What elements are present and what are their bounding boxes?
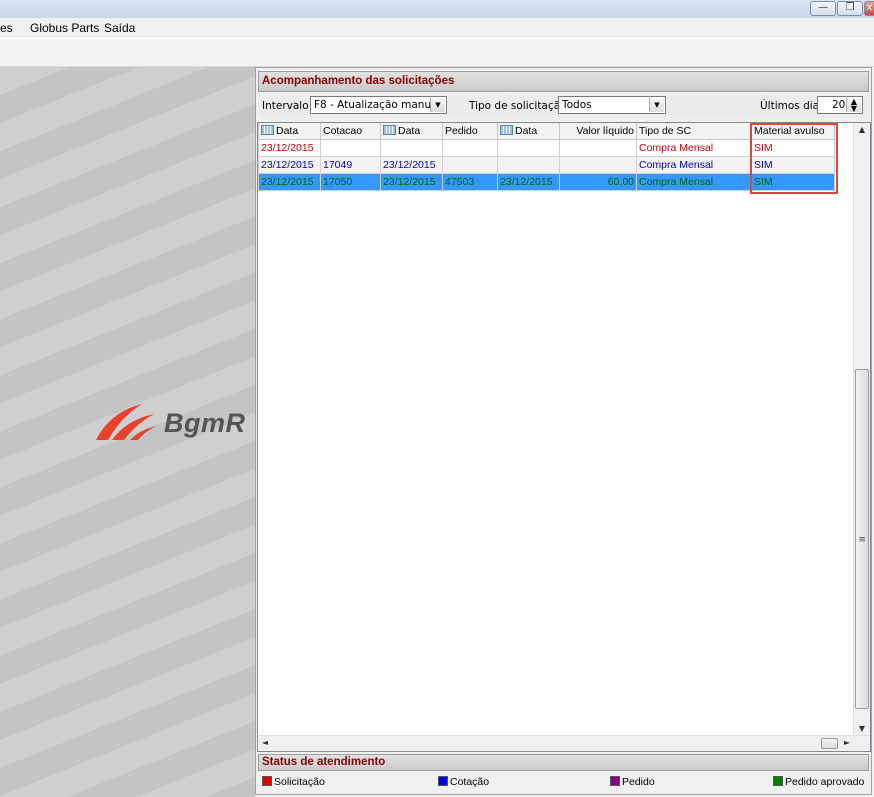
- table-cell: 23/12/2015: [380, 156, 443, 174]
- chevron-down-icon[interactable]: ▼: [649, 98, 664, 112]
- legend-item-solicitacao: Solicitação: [262, 776, 325, 788]
- calendar-icon: [383, 125, 396, 135]
- table-cell: SIM: [751, 173, 835, 191]
- menu-item-cut[interactable]: es: [0, 21, 13, 35]
- table-cell: Compra Mensal: [636, 156, 752, 174]
- table-cell: SIM: [751, 139, 835, 157]
- tipo-solicitacao-select[interactable]: Todos ▼: [558, 96, 666, 114]
- table-cell: [442, 139, 498, 157]
- solicitations-panel: Acompanhamento das solicitações Interval…: [255, 67, 872, 795]
- table-cell: 23/12/2015: [258, 173, 321, 191]
- legend-swatch-blue: [438, 776, 448, 786]
- ultimos-dias-spinner[interactable]: 20 ▲ ▼: [817, 96, 863, 114]
- table-cell: 23/12/2015: [380, 173, 443, 191]
- menu-item-globus-parts[interactable]: Globus Parts: [30, 21, 99, 35]
- tipo-solicitacao-value: Todos: [562, 99, 592, 111]
- window-titlebar: — ❐ x: [0, 0, 874, 18]
- column-header-data-cotacao[interactable]: Data: [380, 123, 443, 140]
- table-row[interactable]: 23/12/2015 17049 23/12/2015 Compra Mensa…: [258, 156, 835, 174]
- legend-item-cotacao: Cotação: [438, 776, 489, 788]
- intervalo-value: F8 - Atualização manual: [314, 99, 441, 111]
- status-legend: Solicitação Cotação Pedido Pedido aprova…: [258, 773, 869, 793]
- bgm-logo-icon: [96, 404, 156, 440]
- ultimos-dias-label: Últimos dias: [760, 100, 825, 112]
- close-button[interactable]: x: [864, 1, 874, 16]
- column-header-data-pedido[interactable]: Data: [497, 123, 560, 140]
- scroll-up-icon[interactable]: ▲: [855, 123, 869, 137]
- table-cell: 47503: [442, 173, 498, 191]
- spin-updown-icon[interactable]: ▲ ▼: [846, 98, 861, 113]
- table-row-selected[interactable]: 23/12/2015 17050 23/12/2015 47503 23/12/…: [258, 173, 835, 191]
- legend-swatch-green: [773, 776, 783, 786]
- intervalo-select[interactable]: F8 - Atualização manual ▼: [310, 96, 447, 114]
- legend-item-pedido-aprovado: Pedido aprovado: [773, 776, 864, 788]
- scroll-down-icon[interactable]: ▼: [855, 722, 869, 736]
- tipo-solicitacao-label: Tipo de solicitação: [469, 100, 567, 112]
- status-title: Status de atendimento: [262, 756, 386, 768]
- legend-swatch-red: [262, 776, 272, 786]
- column-header-pedido[interactable]: Pedido: [442, 123, 498, 140]
- grip-icon: ≡: [858, 535, 866, 545]
- status-header: Status de atendimento: [258, 754, 869, 771]
- horizontal-scrollbar[interactable]: ◄ ►: [258, 735, 870, 751]
- menu-item-saida[interactable]: Saída: [104, 21, 135, 35]
- table-cell: [559, 156, 637, 174]
- scroll-left-icon[interactable]: ◄: [258, 736, 272, 750]
- horizontal-scroll-thumb[interactable]: [821, 738, 838, 749]
- table-cell: 23/12/2015: [258, 139, 321, 157]
- solicitations-table: Data Cotacao Data Pedido Data Valor líqu…: [258, 123, 835, 191]
- table-cell: [497, 156, 560, 174]
- vertical-scrollbar[interactable]: ▲ ≡ ▼: [853, 123, 870, 736]
- column-header-tipo-sc[interactable]: Tipo de SC: [636, 123, 752, 140]
- table-cell: [380, 139, 443, 157]
- legend-item-pedido: Pedido: [610, 776, 655, 788]
- table-cell: 17049: [320, 156, 381, 174]
- table-cell: SIM: [751, 156, 835, 174]
- table-cell: Compra Mensal: [636, 173, 752, 191]
- minimize-button[interactable]: —: [810, 1, 836, 16]
- panel-title: Acompanhamento das solicitações: [262, 75, 455, 87]
- vertical-scroll-thumb[interactable]: ≡: [855, 369, 869, 709]
- table-cell: [559, 139, 637, 157]
- table-cell: Compra Mensal: [636, 139, 752, 157]
- table-cell: [497, 139, 560, 157]
- menu-bar: es Globus Parts Saída: [0, 18, 874, 38]
- table-cell: [442, 156, 498, 174]
- intervalo-label: Intervalo: [262, 100, 309, 112]
- column-header-valor-liquido[interactable]: Valor líquido: [559, 123, 637, 140]
- ultimos-dias-value: 20: [832, 99, 846, 111]
- table-header-row: Data Cotacao Data Pedido Data Valor líqu…: [258, 123, 835, 140]
- table-cell: [320, 139, 381, 157]
- column-header-data[interactable]: Data: [258, 123, 321, 140]
- legend-swatch-purple: [610, 776, 620, 786]
- table-row[interactable]: 23/12/2015 Compra Mensal SIM: [258, 139, 835, 157]
- calendar-icon: [261, 125, 274, 135]
- logo-wordmark: BgmR: [164, 408, 246, 438]
- restore-button[interactable]: ❐: [837, 1, 863, 16]
- column-header-material-avulso[interactable]: Material avulso: [751, 123, 835, 140]
- toolbar: [0, 38, 874, 67]
- table-cell: 23/12/2015: [497, 173, 560, 191]
- column-header-cotacao[interactable]: Cotacao: [320, 123, 381, 140]
- table-cell: 23/12/2015: [258, 156, 321, 174]
- calendar-icon: [500, 125, 513, 135]
- filter-bar: Intervalo F8 - Atualização manual ▼ Tipo…: [258, 94, 869, 118]
- table-cell: 60,00: [559, 173, 637, 191]
- bgm-logo: BgmR: [92, 400, 257, 444]
- solicitations-grid[interactable]: Data Cotacao Data Pedido Data Valor líqu…: [257, 122, 871, 752]
- scroll-right-icon[interactable]: ►: [840, 736, 854, 750]
- chevron-down-icon[interactable]: ▼: [430, 98, 445, 112]
- panel-header: Acompanhamento das solicitações: [258, 71, 869, 92]
- table-cell: 17050: [320, 173, 381, 191]
